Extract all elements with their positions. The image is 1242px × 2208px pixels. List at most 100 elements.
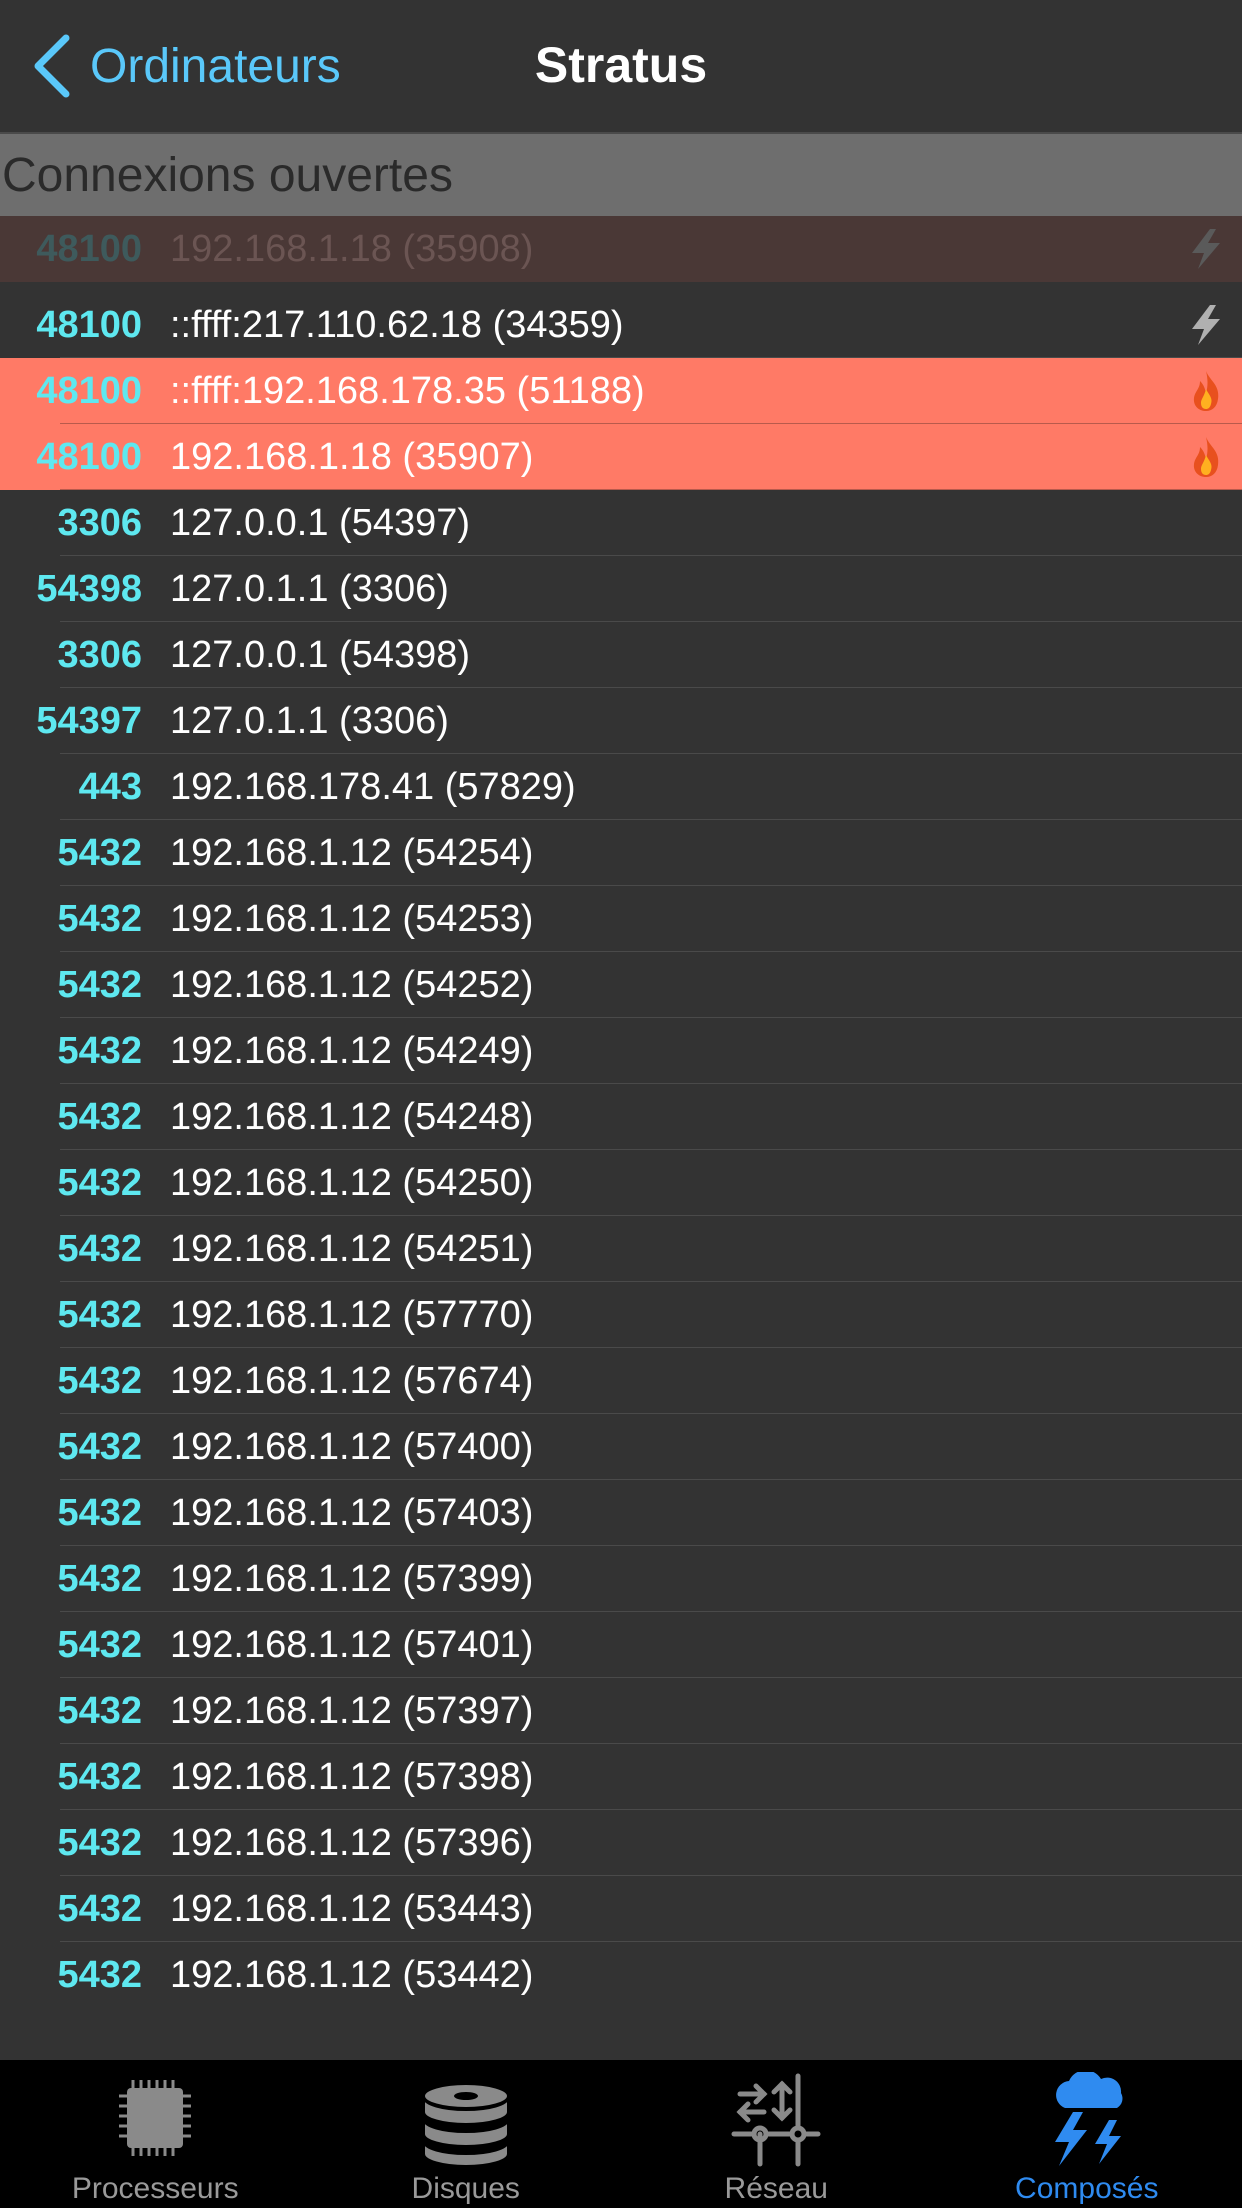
connection-row[interactable]: 48100 192.168.1.18 (35908) xyxy=(0,216,1242,282)
connection-row[interactable]: 54397 127.0.1.1 (3306) xyxy=(0,688,1242,754)
local-port: 3306 xyxy=(57,501,142,544)
remote-address: 192.168.1.12 (54252) xyxy=(170,963,534,1006)
local-port: 5432 xyxy=(57,1359,142,1402)
local-port: 5432 xyxy=(57,1887,142,1930)
remote-address: 127.0.1.1 (3306) xyxy=(170,699,449,742)
connection-row[interactable]: 5432 192.168.1.12 (57397) xyxy=(0,1678,1242,1744)
connection-row[interactable]: 5432 192.168.1.12 (54249) xyxy=(0,1018,1242,1084)
connection-row[interactable]: 5432 192.168.1.12 (53442) xyxy=(0,1942,1242,2008)
connection-row[interactable]: 5432 192.168.1.12 (54254) xyxy=(0,820,1242,886)
remote-address: ::ffff:217.110.62.18 (34359) xyxy=(170,303,624,346)
connection-row[interactable]: 443 192.168.178.41 (57829) xyxy=(0,754,1242,820)
remote-address: 192.168.1.12 (54249) xyxy=(170,1029,534,1072)
remote-address: 192.168.1.12 (57396) xyxy=(170,1821,534,1864)
connection-row[interactable]: 54398 127.0.1.1 (3306) xyxy=(0,556,1242,622)
connection-row[interactable]: 5432 192.168.1.12 (57396) xyxy=(0,1810,1242,1876)
remote-address: 192.168.1.12 (54254) xyxy=(170,831,534,874)
remote-address: 192.168.1.12 (53442) xyxy=(170,1953,534,1996)
tab-label: Composés xyxy=(1015,2172,1159,2205)
remote-address: 192.168.1.12 (54248) xyxy=(170,1095,534,1138)
local-port: 5432 xyxy=(57,1293,142,1336)
navigation-bar: Ordinateurs Stratus xyxy=(0,0,1242,134)
connection-row[interactable]: 5432 192.168.1.12 (57399) xyxy=(0,1546,1242,1612)
local-port: 5432 xyxy=(57,1953,142,1996)
local-port: 5432 xyxy=(57,897,142,940)
tab-composes[interactable]: Composés xyxy=(932,2060,1242,2208)
tab-bar: Processeurs Disques Réseau Composés xyxy=(0,2060,1242,2208)
remote-address: 192.168.1.12 (57398) xyxy=(170,1755,534,1798)
tab-label: Disques xyxy=(411,2172,520,2205)
connection-row[interactable]: 3306 127.0.0.1 (54397) xyxy=(0,490,1242,556)
tab-label: Processeurs xyxy=(71,2172,239,2205)
connection-row[interactable]: 48100::ffff:217.110.62.18 (34359) xyxy=(0,292,1242,358)
network-icon xyxy=(731,2073,821,2167)
connection-row[interactable]: 5432 192.168.1.12 (54253) xyxy=(0,886,1242,952)
storm-cloud-icon xyxy=(1054,2072,1123,2166)
connection-row[interactable]: 48100::ffff:192.168.178.35 (51188) xyxy=(0,358,1242,424)
connection-row[interactable]: 5432 192.168.1.12 (57674) xyxy=(0,1348,1242,1414)
local-port: 5432 xyxy=(57,1095,142,1138)
connection-row[interactable]: 5432 192.168.1.12 (57400) xyxy=(0,1414,1242,1480)
section-header: Connexions ouvertes xyxy=(0,134,1242,216)
remote-address: 127.0.0.1 (54398) xyxy=(170,633,471,676)
lightning-icon xyxy=(1192,305,1220,345)
connection-row[interactable]: 5432 192.168.1.12 (57401) xyxy=(0,1612,1242,1678)
local-port: 5432 xyxy=(57,1689,142,1732)
connection-row[interactable]: 3306 127.0.0.1 (54398) xyxy=(0,622,1242,688)
flame-icon xyxy=(1193,371,1219,411)
local-port: 5432 xyxy=(57,1425,142,1468)
remote-address: 192.168.1.12 (54250) xyxy=(170,1161,534,1204)
local-port: 5432 xyxy=(57,1623,142,1666)
local-port: 5432 xyxy=(57,1557,142,1600)
section-title: Connexions ouvertes xyxy=(2,149,453,202)
connection-row[interactable]: 5432 192.168.1.12 (57398) xyxy=(0,1744,1242,1810)
local-port: 48100 xyxy=(36,369,142,412)
remote-address: 192.168.1.12 (57674) xyxy=(170,1359,534,1402)
local-port: 5432 xyxy=(57,1161,142,1204)
remote-address: 192.168.1.12 (54251) xyxy=(170,1227,534,1270)
page-title: Stratus xyxy=(534,37,708,93)
local-port: 443 xyxy=(78,765,142,808)
connection-row[interactable]: 5432 192.168.1.12 (53443) xyxy=(0,1876,1242,1942)
remote-address: 127.0.0.1 (54397) xyxy=(170,501,471,544)
local-port: 5432 xyxy=(57,1227,142,1270)
connection-row[interactable]: 5432 192.168.1.12 (54250) xyxy=(0,1150,1242,1216)
connection-row[interactable]: 48100 192.168.1.18 (35907) xyxy=(0,424,1242,490)
local-port: 48100 xyxy=(36,435,142,478)
local-port: 5432 xyxy=(57,1755,142,1798)
flame-icon xyxy=(1193,437,1219,477)
remote-address: 192.168.1.12 (57770) xyxy=(170,1293,534,1336)
remote-address: 192.168.1.12 (57400) xyxy=(170,1425,534,1468)
connection-row[interactable]: 5432 192.168.1.12 (57770) xyxy=(0,1282,1242,1348)
local-port: 5432 xyxy=(57,1821,142,1864)
remote-address: ::ffff:192.168.178.35 (51188) xyxy=(170,369,645,412)
connection-row[interactable]: 5432 192.168.1.12 (54251) xyxy=(0,1216,1242,1282)
connection-row[interactable]: 5432 192.168.1.12 (54252) xyxy=(0,952,1242,1018)
cpu-chip-icon xyxy=(119,2080,192,2156)
connection-row[interactable]: 5432 192.168.1.12 (54248) xyxy=(0,1084,1242,1150)
tab-processeurs[interactable]: Processeurs xyxy=(0,2060,311,2208)
remote-address: 192.168.1.18 (35908) xyxy=(170,227,534,270)
connection-row[interactable]: 5432 192.168.1.12 (57403) xyxy=(0,1480,1242,1546)
local-port: 3306 xyxy=(57,633,142,676)
remote-address: 192.168.1.12 (54253) xyxy=(170,897,534,940)
remote-address: 192.168.1.12 (57397) xyxy=(170,1689,534,1732)
remote-address: 127.0.1.1 (3306) xyxy=(170,567,449,610)
local-port: 5432 xyxy=(57,831,142,874)
disk-stack-icon xyxy=(422,2083,509,2167)
remote-address: 192.168.1.12 (53443) xyxy=(170,1887,534,1930)
remote-address: 192.168.1.12 (57403) xyxy=(170,1491,534,1534)
connections-list: 48100 192.168.1.18 (35908) 48100::ffff:217… xyxy=(0,216,1242,2008)
tab-disques[interactable]: Disques xyxy=(311,2060,622,2208)
local-port: 5432 xyxy=(57,1491,142,1534)
local-port: 48100 xyxy=(36,303,142,346)
local-port: 48100 xyxy=(36,227,142,270)
remote-address: 192.168.1.18 (35907) xyxy=(170,435,534,478)
local-port: 54397 xyxy=(36,699,142,742)
remote-address: 192.168.178.41 (57829) xyxy=(170,765,576,808)
remote-address: 192.168.1.12 (57401) xyxy=(170,1623,534,1666)
tab-label: Réseau xyxy=(724,2172,828,2205)
remote-address: 192.168.1.12 (57399) xyxy=(170,1557,534,1600)
tab-reseau[interactable]: Réseau xyxy=(621,2060,932,2208)
local-port: 54398 xyxy=(36,567,142,610)
